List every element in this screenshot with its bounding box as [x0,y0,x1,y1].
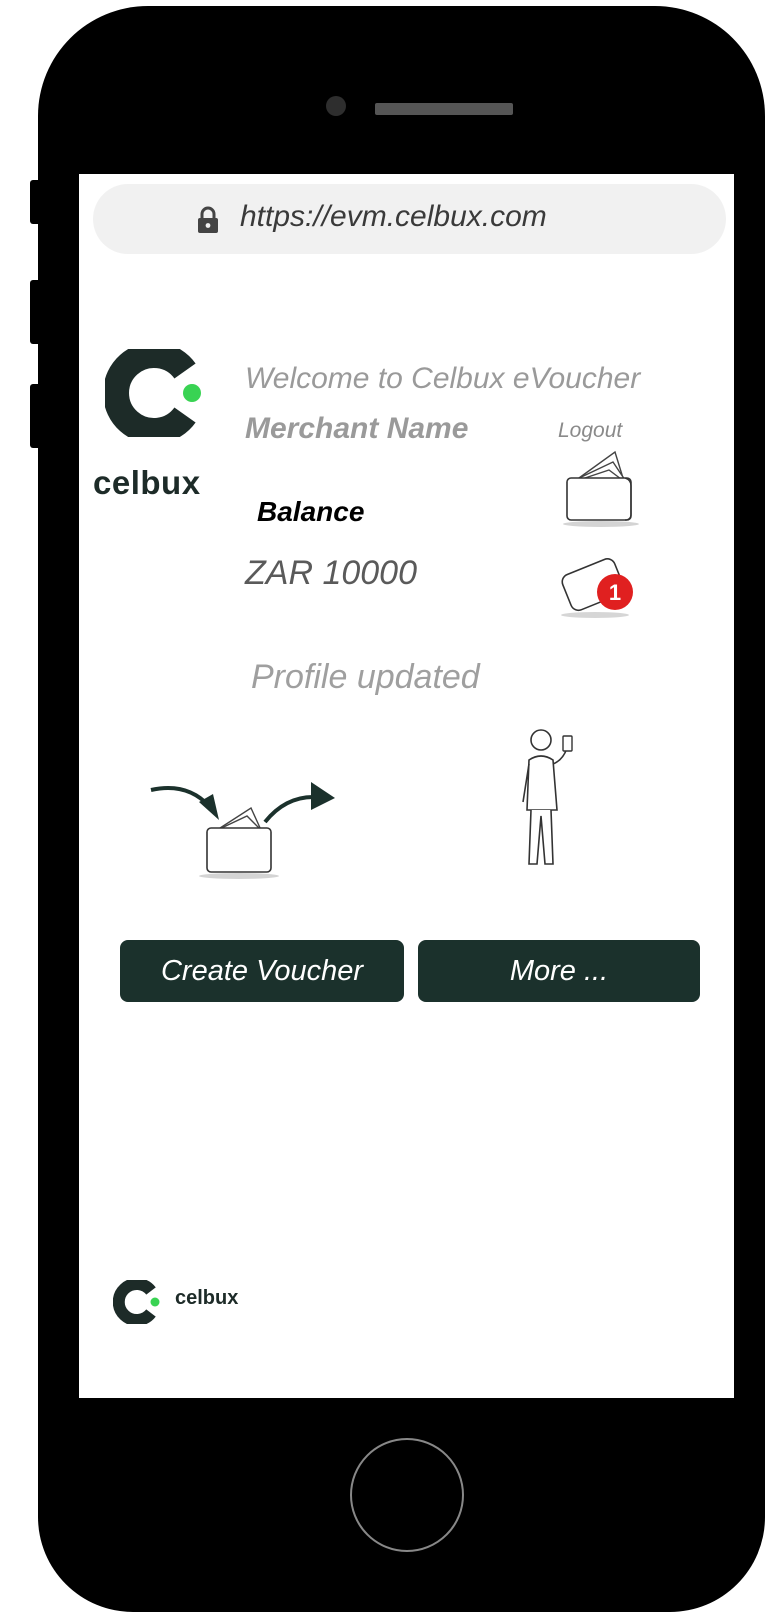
logout-link[interactable]: Logout [558,419,622,443]
footer-wordmark: celbux [175,1287,239,1309]
merchant-name: Merchant Name [245,412,469,445]
logo-wordmark: celbux [93,464,201,501]
url-text[interactable]: https://evm.celbux.com [240,200,547,234]
phone-screen: https://evm.celbux.com celbux Welcome to… [79,174,734,1398]
more-button[interactable]: More ... [418,940,700,1002]
create-voucher-illustration [150,782,335,879]
camera-icon [326,96,346,116]
create-voucher-button[interactable]: Create Voucher [120,940,404,1002]
notification-badge-count: 1 [609,580,621,605]
welcome-text: Welcome to Celbux eVoucher [245,362,641,395]
balance-label: Balance [257,496,365,527]
status-message: Profile updated [251,658,480,696]
speaker-grille [375,103,513,115]
celbux-logo-icon [105,349,201,437]
home-button[interactable] [350,1438,464,1552]
message-icon[interactable]: 1 [557,548,641,620]
wallet-icon[interactable] [559,448,643,530]
lock-icon [198,206,218,233]
person-phone-illustration [522,729,573,865]
celbux-footer-logo-icon [113,1280,160,1324]
balance-value: ZAR 10000 [245,554,417,592]
address-bar[interactable]: https://evm.celbux.com [93,184,726,254]
